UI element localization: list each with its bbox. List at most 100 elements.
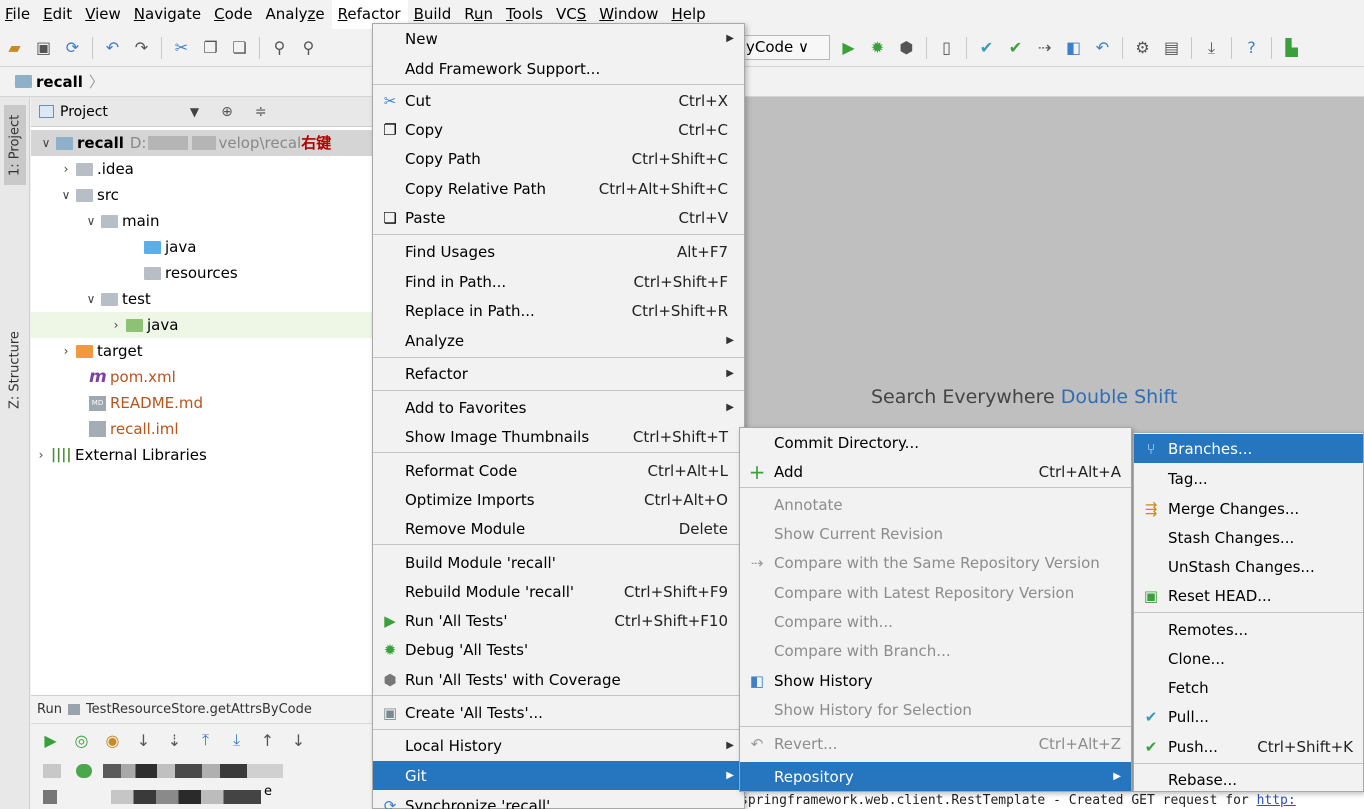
tree-node-pom[interactable]: m pom.xml <box>89 364 176 390</box>
menu-item-remotes[interactable]: Remotes... <box>1134 615 1363 644</box>
stop-icon[interactable]: ▯ <box>935 36 958 59</box>
menu-code[interactable]: Code <box>208 0 259 29</box>
vcs-update-icon[interactable]: ✔ <box>975 36 998 59</box>
open-folder-icon[interactable]: ▰ <box>3 36 26 59</box>
menu-item-analyze[interactable]: Analyze ▶ <box>373 326 744 355</box>
cut-icon[interactable]: ✂ <box>170 36 193 59</box>
help-icon[interactable]: ? <box>1240 36 1263 59</box>
menu-item-unstash-changes[interactable]: UnStash Changes... <box>1134 552 1363 581</box>
tree-node-idea[interactable]: › .idea <box>56 156 134 182</box>
chevron-right-icon[interactable]: › <box>106 312 126 338</box>
previous-icon[interactable]: ↑ <box>256 729 279 752</box>
show-ignored-icon[interactable]: ◉ <box>101 729 124 752</box>
menu-item-show-current-revision[interactable]: Show Current Revision <box>740 519 1131 548</box>
menu-item-remove-module[interactable]: Remove Module Delete <box>373 514 744 543</box>
vcs-history-icon[interactable]: ◧ <box>1062 36 1085 59</box>
menu-item-local-history[interactable]: Local History ▶ <box>373 731 744 760</box>
run-config-tab[interactable]: TestResourceStore.getAttrsByCode <box>86 702 312 717</box>
menu-item-pull[interactable]: ✔ Pull... <box>1134 702 1363 731</box>
find-icon[interactable]: ⚲ <box>268 36 291 59</box>
tree-node-recall[interactable]: ∨ recall D: velop\recal 右键 <box>31 130 373 156</box>
menu-item-show-history[interactable]: ◧ Show History <box>740 666 1131 695</box>
menu-item-show-image-thumbnails[interactable]: Show Image Thumbnails Ctrl+Shift+T <box>373 422 744 451</box>
menu-navigate[interactable]: Navigate <box>128 0 208 29</box>
breadcrumb-project[interactable]: recall <box>36 73 83 91</box>
show-passed-icon[interactable]: ◎ <box>70 729 93 752</box>
menu-item-rebuild-module[interactable]: Rebuild Module 'recall' Ctrl+Shift+F9 <box>373 577 744 606</box>
chevron-right-icon[interactable]: › <box>56 338 76 364</box>
debug-icon[interactable]: ✹ <box>866 36 889 59</box>
menu-analyze[interactable]: Analyze <box>260 0 332 29</box>
vcs-compare-icon[interactable]: ⇢ <box>1033 36 1056 59</box>
sync-icon[interactable]: ⟳ <box>61 36 84 59</box>
menu-item-commit-directory[interactable]: Commit Directory... <box>740 428 1131 457</box>
sort-duration-icon[interactable]: ⇣ <box>163 729 186 752</box>
tree-node-main[interactable]: ∨ main <box>81 208 160 234</box>
collapse-all-icon[interactable]: ≑ <box>255 104 267 120</box>
tool-icon[interactable] <box>43 764 61 778</box>
menu-item-push[interactable]: ✔ Push... Ctrl+Shift+K <box>1134 732 1363 761</box>
menu-item-copy[interactable]: ❐ Copy Ctrl+C <box>373 115 744 144</box>
redo-icon[interactable]: ↷ <box>130 36 153 59</box>
menu-file[interactable]: File <box>0 0 37 29</box>
menu-item-new[interactable]: New ▶ <box>373 24 744 53</box>
run-configuration-select[interactable]: yCode ∨ <box>742 35 830 60</box>
undo-icon[interactable]: ↶ <box>101 36 124 59</box>
menu-item-reset-head[interactable]: ▣ Reset HEAD... <box>1134 581 1363 610</box>
menu-item-clone[interactable]: Clone... <box>1134 644 1363 673</box>
menu-item-create-all-tests[interactable]: ▣ Create 'All Tests'... <box>373 698 744 727</box>
chevron-down-icon[interactable]: ▼ <box>190 105 199 119</box>
menu-item-revert[interactable]: ↶ Revert... Ctrl+Alt+Z <box>740 729 1131 758</box>
chevron-down-icon[interactable]: ∨ <box>81 286 101 312</box>
menu-item-refactor[interactable]: Refactor ▶ <box>373 359 744 388</box>
plugin-icon[interactable]: ▙ <box>1280 36 1303 59</box>
menu-item-fetch[interactable]: Fetch <box>1134 673 1363 702</box>
tool-tab-structure[interactable]: Z: Structure <box>4 327 26 413</box>
menu-item-git[interactable]: Git ▶ <box>373 761 744 790</box>
menu-item-replace-in-path[interactable]: Replace in Path... Ctrl+Shift+R <box>373 296 744 325</box>
copy-icon[interactable]: ❐ <box>199 36 222 59</box>
menu-item-annotate[interactable]: Annotate <box>740 490 1131 519</box>
menu-item-paste[interactable]: ❏ Paste Ctrl+V <box>373 203 744 232</box>
menu-item-synchronize[interactable]: ⟳ Synchronize 'recall' <box>373 791 744 809</box>
menu-item-compare-same-repo[interactable]: ⇢ Compare with the Same Repository Versio… <box>740 548 1131 577</box>
menu-item-find-usages[interactable]: Find Usages Alt+F7 <box>373 237 744 266</box>
tool-tab-project[interactable]: 1: Project <box>4 105 26 185</box>
menu-item-optimize-imports[interactable]: Optimize Imports Ctrl+Alt+O <box>373 485 744 514</box>
expand-all-icon[interactable]: ⤒ <box>194 729 217 752</box>
paste-icon[interactable]: ❏ <box>228 36 251 59</box>
menu-item-add[interactable]: + Add Ctrl+Alt+A <box>740 457 1131 486</box>
tree-node-test-java[interactable]: › java <box>31 312 373 338</box>
tree-node-iml[interactable]: recall.iml <box>89 416 179 442</box>
menu-edit[interactable]: Edit <box>37 0 79 29</box>
project-view-title[interactable]: Project <box>60 104 108 120</box>
menu-item-stash-changes[interactable]: Stash Changes... <box>1134 523 1363 552</box>
chevron-right-icon[interactable]: › <box>31 442 51 468</box>
locate-icon[interactable]: ⊕ <box>221 104 233 120</box>
chevron-down-icon[interactable]: ∨ <box>81 208 101 234</box>
collapse-all-icon[interactable]: ⤓ <box>225 729 248 752</box>
coverage-icon[interactable]: ⬢ <box>895 36 918 59</box>
menu-item-rebase[interactable]: Rebase... <box>1134 765 1363 794</box>
settings-icon[interactable]: ⚙ <box>1131 36 1154 59</box>
chevron-down-icon[interactable]: ∨ <box>56 182 76 208</box>
menu-item-compare-latest-repo[interactable]: Compare with Latest Repository Version <box>740 578 1131 607</box>
menu-item-tag[interactable]: Tag... <box>1134 464 1363 493</box>
menu-view[interactable]: View <box>79 0 128 29</box>
menu-item-copy-relative-path[interactable]: Copy Relative Path Ctrl+Alt+Shift+C <box>373 174 744 203</box>
tree-node-resources[interactable]: resources <box>144 260 238 286</box>
next-icon[interactable]: ↓ <box>287 729 310 752</box>
menu-item-branches[interactable]: ⑂ Branches... <box>1134 434 1363 463</box>
menu-item-show-history-selection[interactable]: Show History for Selection <box>740 695 1131 724</box>
menu-item-repository[interactable]: Repository ▶ <box>740 762 1131 791</box>
tree-node-readme[interactable]: MD README.md <box>89 390 203 416</box>
breadcrumb[interactable]: recall 〉 <box>15 71 104 92</box>
menu-item-merge-changes[interactable]: ⇶ Merge Changes... <box>1134 494 1363 523</box>
tree-node-src[interactable]: ∨ src <box>56 182 119 208</box>
chevron-right-icon[interactable]: › <box>56 156 76 182</box>
run-icon[interactable]: ▶ <box>837 36 860 59</box>
menu-item-cut[interactable]: ✂ Cut Ctrl+X <box>373 86 744 115</box>
tree-node-main-java[interactable]: java <box>144 234 196 260</box>
tree-node-test[interactable]: ∨ test <box>81 286 151 312</box>
chevron-down-icon[interactable]: ∨ <box>36 130 56 156</box>
